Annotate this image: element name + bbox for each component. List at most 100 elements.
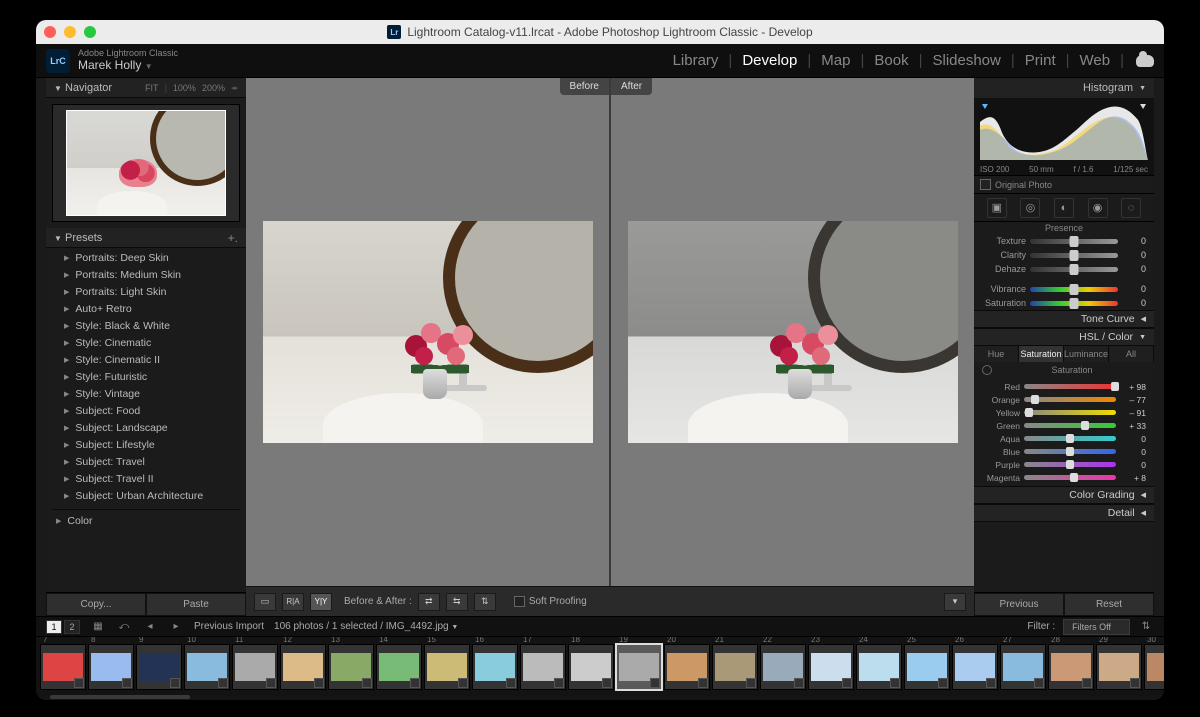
hsl-slider-yellow[interactable]: Yellow– 91 [974, 406, 1154, 419]
filmstrip-thumb[interactable]: 19 [616, 644, 662, 690]
before-after-lr-button[interactable]: Y|Y [310, 593, 332, 611]
slider-knob[interactable] [1070, 264, 1079, 275]
slider-track[interactable] [1024, 397, 1116, 402]
module-book[interactable]: Book [870, 50, 912, 71]
slider-value[interactable]: + 8 [1120, 473, 1146, 483]
filmstrip-thumb[interactable]: 15 [424, 644, 470, 690]
filmstrip-thumb[interactable]: 26 [952, 644, 998, 690]
preset-item[interactable]: ▶Subject: Travel II [46, 471, 246, 488]
filmstrip-scrollbar[interactable] [36, 696, 1164, 700]
jump-back-icon[interactable]: ⤺ [116, 620, 132, 634]
navigator-preview[interactable] [52, 104, 240, 222]
slider-knob[interactable] [1031, 395, 1039, 404]
slider-saturation[interactable]: Saturation0 [974, 296, 1154, 310]
slider-clarity[interactable]: Clarity0 [974, 248, 1154, 262]
ba-swap-button[interactable]: ⇅ [474, 593, 496, 611]
slider-knob[interactable] [1070, 236, 1079, 247]
filmstrip-thumb[interactable]: 8 [88, 644, 134, 690]
filmstrip-thumb[interactable]: 12 [280, 644, 326, 690]
filmstrip-thumb[interactable]: 27 [1000, 644, 1046, 690]
filter-dropdown[interactable]: Filters Off [1063, 619, 1130, 635]
radial-tool-button[interactable]: ◌ [1121, 198, 1141, 218]
chevron-left-icon[interactable]: ◂ [142, 620, 158, 634]
histogram[interactable]: ISO 200 50 mm f / 1.6 1/125 sec [974, 98, 1154, 176]
loupe-view-button[interactable]: ▭ [254, 593, 276, 611]
filmstrip-thumb[interactable]: 16 [472, 644, 518, 690]
previous-button[interactable]: Previous [974, 593, 1064, 616]
target-adjust-icon[interactable] [982, 365, 992, 375]
filmstrip-thumb[interactable]: 29 [1096, 644, 1142, 690]
filmstrip-thumb[interactable]: 21 [712, 644, 758, 690]
slider-knob[interactable] [1070, 473, 1078, 482]
filmstrip-thumb[interactable]: 14 [376, 644, 422, 690]
preset-item[interactable]: ▶Portraits: Deep Skin [46, 250, 246, 267]
hsl-slider-purple[interactable]: Purple0 [974, 458, 1154, 471]
original-photo-toggle[interactable]: Original Photo [974, 176, 1154, 194]
slider-track[interactable] [1024, 423, 1116, 428]
preset-item[interactable]: ▶Subject: Food [46, 403, 246, 420]
slider-value[interactable]: 0 [1122, 236, 1146, 246]
hsl-slider-orange[interactable]: Orange– 77 [974, 393, 1154, 406]
slider-track[interactable] [1024, 462, 1116, 467]
slider-value[interactable]: 0 [1120, 460, 1146, 470]
filmstrip[interactable]: 7891011121314151617181920212223242526272… [36, 636, 1164, 696]
slider-knob[interactable] [1081, 421, 1089, 430]
display-1-button[interactable]: 1 [46, 620, 62, 634]
ba-copy-after-button[interactable]: ⇆ [446, 593, 468, 611]
slider-vibrance[interactable]: Vibrance0 [974, 282, 1154, 296]
preset-item[interactable]: ▶Style: Cinematic [46, 335, 246, 352]
filmstrip-thumb[interactable]: 24 [856, 644, 902, 690]
detail-section[interactable]: Detail◀ [974, 504, 1154, 522]
slider-knob[interactable] [1070, 298, 1079, 309]
nav-200[interactable]: 200% [202, 83, 225, 93]
ba-copy-before-button[interactable]: ⇄ [418, 593, 440, 611]
hsl-slider-red[interactable]: Red+ 98 [974, 380, 1154, 393]
preset-item[interactable]: ▶Subject: Lifestyle [46, 437, 246, 454]
slider-value[interactable]: 0 [1122, 250, 1146, 260]
slider-knob[interactable] [1066, 460, 1074, 469]
soft-proofing-toggle[interactable]: Soft Proofing [514, 596, 587, 607]
histogram-header[interactable]: Histogram ▼ [974, 78, 1154, 98]
filmstrip-thumb[interactable]: 25 [904, 644, 950, 690]
tone-curve-section[interactable]: Tone Curve◀ [974, 310, 1154, 328]
filmstrip-thumb[interactable]: 17 [520, 644, 566, 690]
module-library[interactable]: Library [669, 50, 723, 71]
filmstrip-thumb[interactable]: 23 [808, 644, 854, 690]
preset-item[interactable]: ▶Subject: Travel [46, 454, 246, 471]
preset-item[interactable]: ▶Style: Vintage [46, 386, 246, 403]
slider-knob[interactable] [1070, 284, 1079, 295]
module-map[interactable]: Map [817, 50, 854, 71]
filter-lock-icon[interactable]: ⇅ [1138, 620, 1154, 634]
source-label[interactable]: Previous Import [194, 621, 264, 632]
current-filename[interactable]: IMG_4492.jpg [386, 621, 449, 632]
filmstrip-thumb[interactable]: 11 [232, 644, 278, 690]
filmstrip-thumb[interactable]: 13 [328, 644, 374, 690]
slider-knob[interactable] [1025, 408, 1033, 417]
chevron-down-icon[interactable]: ▼ [451, 624, 458, 631]
slider-track[interactable] [1030, 253, 1118, 258]
slider-value[interactable]: – 91 [1120, 408, 1146, 418]
slider-value[interactable]: 0 [1122, 264, 1146, 274]
grid-view-icon[interactable]: ▦ [90, 620, 106, 634]
crop-tool-button[interactable]: ▣ [987, 198, 1007, 218]
slider-track[interactable] [1024, 410, 1116, 415]
slider-track[interactable] [1030, 267, 1118, 272]
filmstrip-thumb[interactable]: 7 [40, 644, 86, 690]
preset-item[interactable]: ▶Subject: Landscape [46, 420, 246, 437]
slider-track[interactable] [1024, 436, 1116, 441]
reset-button[interactable]: Reset [1064, 593, 1154, 616]
nav-zoom-stepper-icon[interactable]: ◂▸ [231, 84, 238, 92]
module-web[interactable]: Web [1076, 50, 1115, 71]
identity-plate[interactable]: LrC Adobe Lightroom Classic Marek Holly … [46, 49, 178, 73]
hsl-color-section[interactable]: HSL / Color▼ [974, 328, 1154, 346]
navigator-header[interactable]: ▼ Navigator FIT | 100% 200% ◂▸ [46, 78, 246, 98]
slider-track[interactable] [1024, 384, 1116, 389]
filmstrip-thumb[interactable]: 18 [568, 644, 614, 690]
hsl-tab-saturation[interactable]: Saturation [1019, 346, 1064, 362]
slider-track[interactable] [1030, 287, 1118, 292]
preset-item[interactable]: ▶Subject: Urban Architecture [46, 488, 246, 505]
slider-value[interactable]: + 33 [1120, 421, 1146, 431]
preset-item[interactable]: ▶Portraits: Medium Skin [46, 267, 246, 284]
hsl-tab-all[interactable]: All [1109, 346, 1154, 362]
filmstrip-thumb[interactable]: 30 [1144, 644, 1164, 690]
